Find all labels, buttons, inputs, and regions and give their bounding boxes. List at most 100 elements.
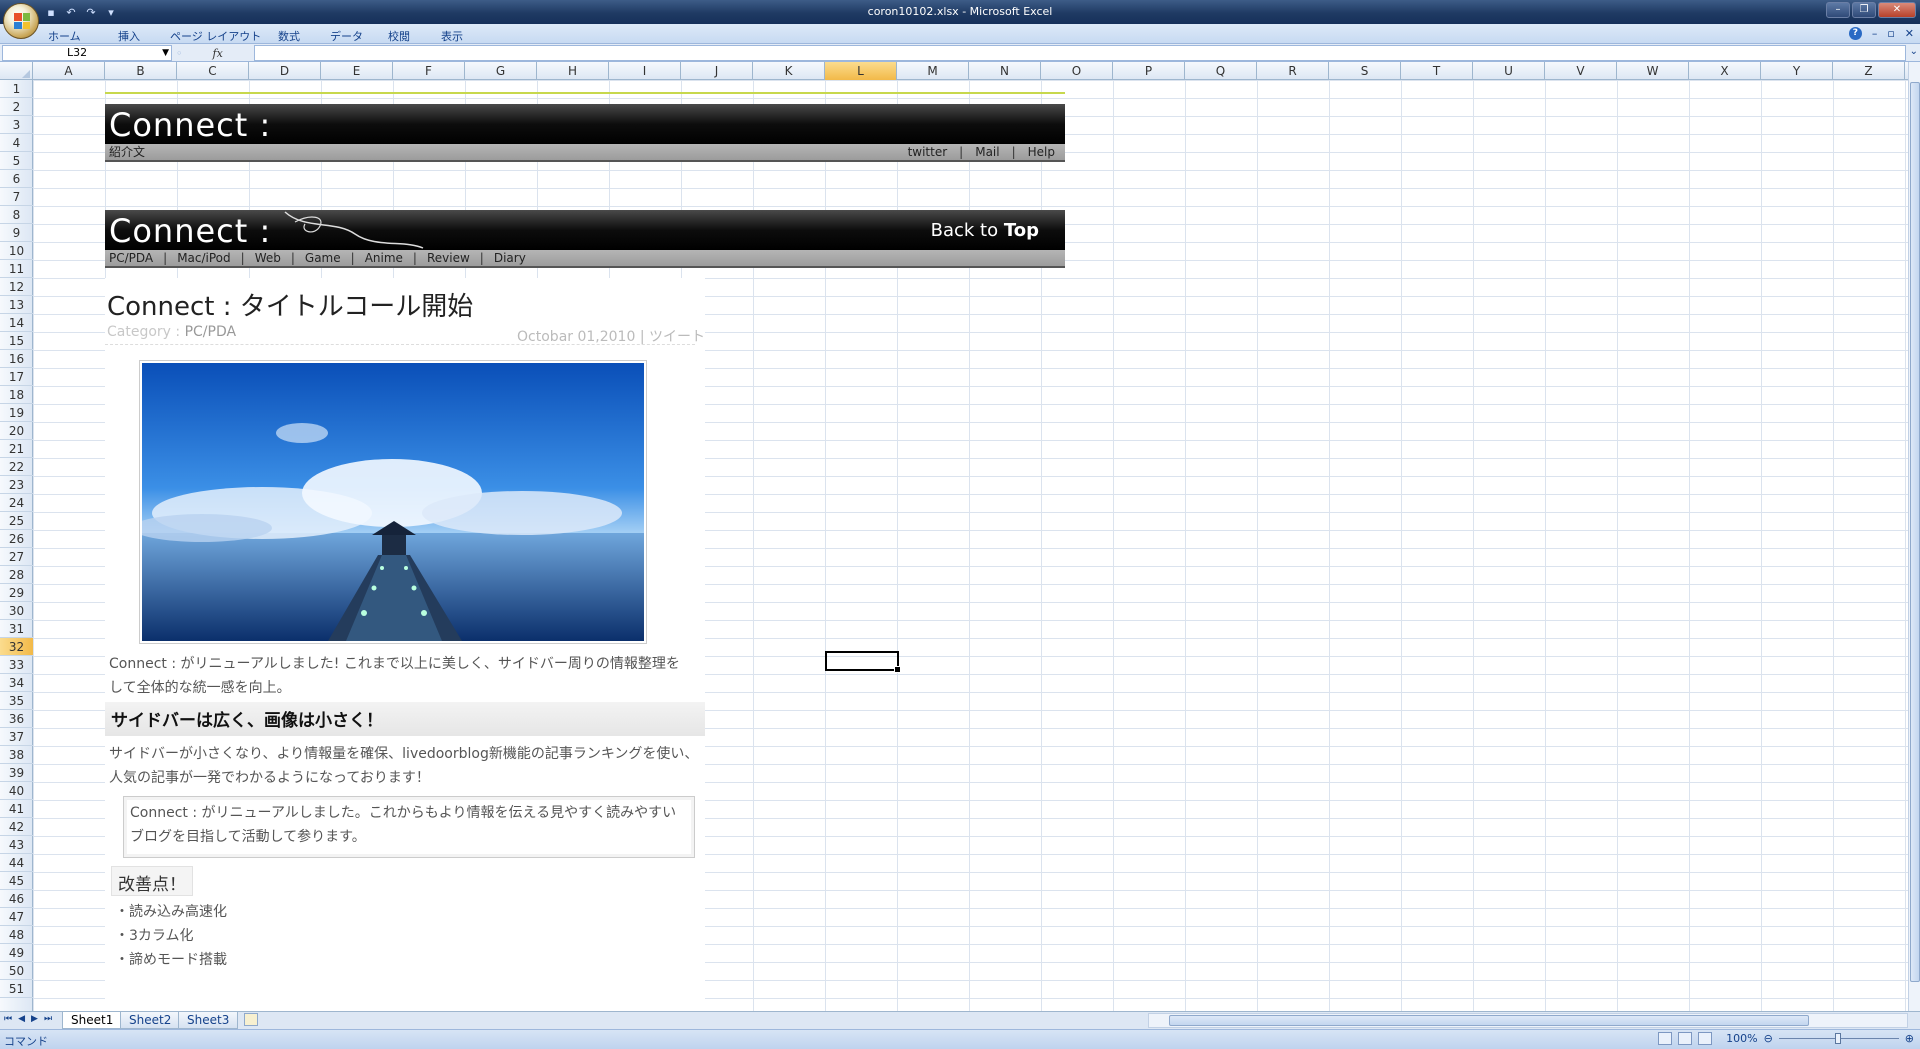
- row-header-46[interactable]: 46: [0, 890, 33, 908]
- row-header-23[interactable]: 23: [0, 476, 33, 494]
- row-header-6[interactable]: 6: [0, 170, 33, 188]
- nav-item-pc-pda[interactable]: PC/PDA: [109, 250, 153, 266]
- nav-item-web[interactable]: Web: [255, 250, 281, 266]
- column-header-m[interactable]: M: [897, 62, 969, 80]
- column-header-z[interactable]: Z: [1833, 62, 1905, 80]
- row-header-17[interactable]: 17: [0, 368, 33, 386]
- tweet-link[interactable]: ツイート: [649, 329, 705, 345]
- column-header-u[interactable]: U: [1473, 62, 1545, 80]
- mail-link[interactable]: Mail: [975, 144, 999, 160]
- column-header-e[interactable]: E: [321, 62, 393, 80]
- row-header-38[interactable]: 38: [0, 746, 33, 764]
- insert-sheet-icon[interactable]: [244, 1013, 258, 1026]
- row-header-13[interactable]: 13: [0, 296, 33, 314]
- row-header-1[interactable]: 1: [0, 80, 33, 98]
- nav-item-anime[interactable]: Anime: [365, 250, 403, 266]
- column-header-x[interactable]: X: [1689, 62, 1761, 80]
- column-header-w[interactable]: W: [1617, 62, 1689, 80]
- office-button[interactable]: [3, 3, 39, 39]
- select-all-corner[interactable]: [0, 62, 33, 80]
- row-header-9[interactable]: 9: [0, 224, 33, 242]
- normal-view-icon[interactable]: [1658, 1032, 1673, 1045]
- row-header-36[interactable]: 36: [0, 710, 33, 728]
- column-header-l[interactable]: L: [825, 62, 897, 80]
- first-sheet-icon[interactable]: ⏮: [4, 1014, 12, 1024]
- tab-formulas[interactable]: 数式: [278, 28, 300, 44]
- tab-data[interactable]: データ: [330, 28, 363, 44]
- zoom-slider[interactable]: [1778, 1032, 1899, 1045]
- column-header-b[interactable]: B: [105, 62, 177, 80]
- row-header-21[interactable]: 21: [0, 440, 33, 458]
- selected-cell[interactable]: [825, 651, 901, 673]
- row-header-32[interactable]: 32: [0, 638, 33, 656]
- help-link[interactable]: Help: [1028, 144, 1055, 160]
- nav-item-diary[interactable]: Diary: [494, 250, 526, 266]
- row-header-5[interactable]: 5: [0, 152, 33, 170]
- row-header-44[interactable]: 44: [0, 854, 33, 872]
- formula-input[interactable]: [254, 45, 1906, 61]
- column-header-k[interactable]: K: [753, 62, 825, 80]
- tab-home[interactable]: ホーム: [48, 28, 81, 44]
- sheet-tab-1[interactable]: Sheet1: [62, 1012, 123, 1029]
- row-header-19[interactable]: 19: [0, 404, 33, 422]
- row-header-47[interactable]: 47: [0, 908, 33, 926]
- column-header-c[interactable]: C: [177, 62, 249, 80]
- workbook-minimize-icon[interactable]: –: [1872, 27, 1878, 40]
- column-header-a[interactable]: A: [33, 62, 105, 80]
- tab-insert[interactable]: 挿入: [118, 28, 140, 44]
- column-header-g[interactable]: G: [465, 62, 537, 80]
- nav-item-review[interactable]: Review: [427, 250, 470, 266]
- page-break-view-icon[interactable]: [1698, 1032, 1713, 1045]
- row-header-16[interactable]: 16: [0, 350, 33, 368]
- twitter-link[interactable]: twitter: [908, 144, 948, 160]
- insert-function-icon[interactable]: fx: [213, 47, 223, 60]
- help-icon[interactable]: ?: [1848, 27, 1862, 40]
- column-header-y[interactable]: Y: [1761, 62, 1833, 80]
- column-header-h[interactable]: H: [537, 62, 609, 80]
- tab-view[interactable]: 表示: [441, 28, 463, 44]
- row-header-50[interactable]: 50: [0, 962, 33, 980]
- category-link[interactable]: PC/PDA: [185, 324, 237, 340]
- column-header-q[interactable]: Q: [1185, 62, 1257, 80]
- column-header-j[interactable]: J: [681, 62, 753, 80]
- column-header-d[interactable]: D: [249, 62, 321, 80]
- column-header-t[interactable]: T: [1401, 62, 1473, 80]
- column-header-n[interactable]: N: [969, 62, 1041, 80]
- nav-item-mac-ipod[interactable]: Mac/iPod: [177, 250, 230, 266]
- expand-formula-bar-icon[interactable]: ⌄: [1910, 46, 1918, 57]
- row-header-14[interactable]: 14: [0, 314, 33, 332]
- page-layout-view-icon[interactable]: [1678, 1032, 1693, 1045]
- vertical-scrollbar[interactable]: [1908, 62, 1920, 1011]
- horizontal-scroll-thumb[interactable]: [1169, 1015, 1809, 1026]
- row-header-45[interactable]: 45: [0, 872, 33, 890]
- zoom-level[interactable]: 100%: [1726, 1032, 1757, 1045]
- row-header-28[interactable]: 28: [0, 566, 33, 584]
- zoom-out-icon[interactable]: ⊖: [1764, 1032, 1773, 1045]
- close-button[interactable]: ✕: [1878, 2, 1916, 18]
- row-header-24[interactable]: 24: [0, 494, 33, 512]
- zoom-knob[interactable]: [1834, 1033, 1841, 1044]
- sheet-tab-3[interactable]: Sheet3: [178, 1012, 239, 1029]
- row-header-18[interactable]: 18: [0, 386, 33, 404]
- tab-page-layout[interactable]: ページ レイアウト: [170, 28, 261, 44]
- column-header-i[interactable]: I: [609, 62, 681, 80]
- row-header-51[interactable]: 51: [0, 980, 33, 998]
- row-header-42[interactable]: 42: [0, 818, 33, 836]
- chevron-down-icon[interactable]: ▼: [162, 46, 169, 60]
- row-header-8[interactable]: 8: [0, 206, 33, 224]
- row-header-22[interactable]: 22: [0, 458, 33, 476]
- row-header-29[interactable]: 29: [0, 584, 33, 602]
- row-header-37[interactable]: 37: [0, 728, 33, 746]
- row-header-41[interactable]: 41: [0, 800, 33, 818]
- row-header-40[interactable]: 40: [0, 782, 33, 800]
- workbook-restore-icon[interactable]: ▫: [1887, 27, 1894, 40]
- nav-item-game[interactable]: Game: [305, 250, 341, 266]
- row-header-35[interactable]: 35: [0, 692, 33, 710]
- row-header-7[interactable]: 7: [0, 188, 33, 206]
- row-header-31[interactable]: 31: [0, 620, 33, 638]
- zoom-in-icon[interactable]: ⊕: [1905, 1032, 1914, 1045]
- last-sheet-icon[interactable]: ⏭: [44, 1014, 52, 1024]
- row-header-25[interactable]: 25: [0, 512, 33, 530]
- row-header-33[interactable]: 33: [0, 656, 33, 674]
- row-header-48[interactable]: 48: [0, 926, 33, 944]
